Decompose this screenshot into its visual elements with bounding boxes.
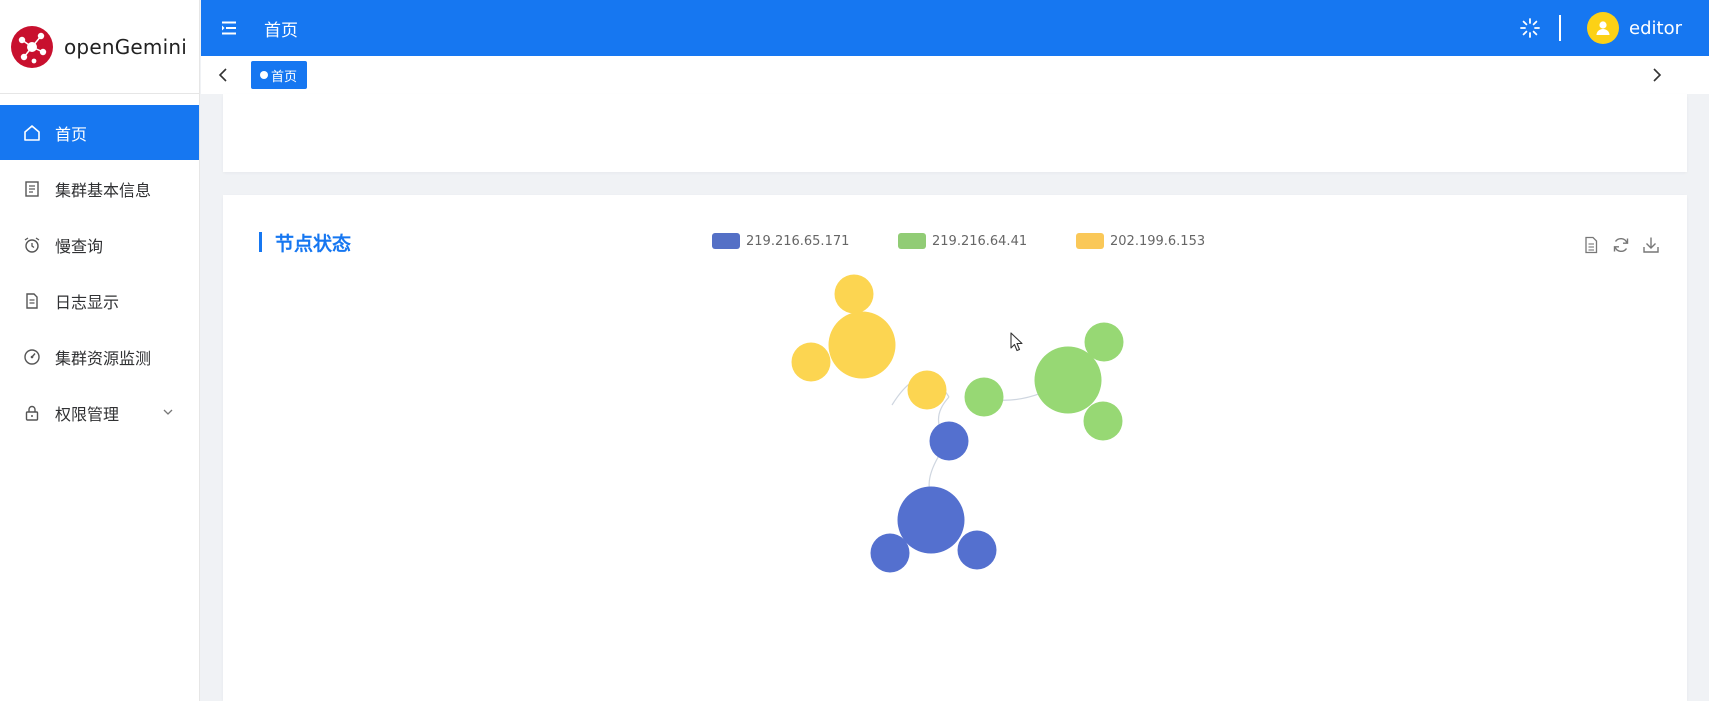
page-title: 首页 xyxy=(264,20,298,41)
sidebar-item-label: 首页 xyxy=(55,124,88,144)
top-navbar: 首页 editor xyxy=(201,0,1709,56)
graph-node xyxy=(929,421,969,461)
node-status-card: 节点状态 219.216.65.171 219.216.64.41 202.19… xyxy=(223,195,1687,701)
graph-node xyxy=(828,311,896,379)
graph-node xyxy=(897,486,965,554)
chevron-down-icon[interactable] xyxy=(161,405,175,419)
sidebar-item-home[interactable]: 首页 xyxy=(0,105,199,160)
avatar[interactable] xyxy=(1587,12,1620,44)
tag-home[interactable]: 首页 xyxy=(251,61,308,89)
node-graph-chart xyxy=(791,274,1124,573)
chevron-left-icon[interactable] xyxy=(215,66,231,84)
lock-icon xyxy=(22,403,42,423)
sidebar-item-permissions[interactable]: 权限管理 xyxy=(0,385,199,440)
sidebar: openGemini 首页 集群基本信息 慢查询 日志显示 集群资源监测 权限管… xyxy=(0,0,200,701)
sidebar-item-label: 日志显示 xyxy=(55,292,120,312)
sidebar-item-logs[interactable]: 日志显示 xyxy=(0,273,199,328)
sidebar-item-slow-query[interactable]: 慢查询 xyxy=(0,217,199,272)
mouse-cursor-icon xyxy=(1010,332,1023,352)
graph-node xyxy=(964,377,1004,417)
graph-node xyxy=(1084,322,1124,362)
app-name: openGemini xyxy=(64,34,187,59)
logo[interactable]: openGemini xyxy=(0,0,199,94)
tag-label: 首页 xyxy=(271,69,298,85)
chevron-right-icon[interactable] xyxy=(1649,66,1665,84)
sidebar-item-label: 集群资源监测 xyxy=(55,348,152,368)
graph-node xyxy=(1083,401,1123,441)
graph-node xyxy=(870,533,910,573)
header-divider xyxy=(1559,15,1562,41)
tag-dot-icon xyxy=(260,71,268,79)
gauge-icon xyxy=(22,347,42,367)
graph-node xyxy=(834,274,874,314)
alarm-clock-icon xyxy=(22,235,42,255)
home-icon xyxy=(22,123,42,143)
menu-toggle-icon[interactable] xyxy=(219,18,239,38)
graph-node xyxy=(957,530,997,570)
sidebar-item-label: 权限管理 xyxy=(55,404,120,424)
graph-node xyxy=(791,342,831,382)
document-icon xyxy=(22,179,42,199)
tags-view-bar: 首页 xyxy=(201,56,1709,94)
topbar-right: editor xyxy=(1519,0,1709,56)
sidebar-item-label: 慢查询 xyxy=(55,236,104,256)
sidebar-item-label: 集群基本信息 xyxy=(55,180,152,200)
graph-node xyxy=(907,370,947,410)
sidebar-item-cluster-info[interactable]: 集群基本信息 xyxy=(0,161,199,216)
overview-card xyxy=(223,94,1687,172)
sidebar-menu: 首页 集群基本信息 慢查询 日志显示 集群资源监测 权限管理 xyxy=(0,105,199,440)
file-text-icon xyxy=(22,291,42,311)
user-icon xyxy=(1596,21,1610,35)
sidebar-item-resource-monitor[interactable]: 集群资源监测 xyxy=(0,329,199,384)
opengemini-logo-icon xyxy=(11,25,53,68)
username[interactable]: editor xyxy=(1629,18,1682,39)
loading-icon[interactable] xyxy=(1519,17,1541,39)
